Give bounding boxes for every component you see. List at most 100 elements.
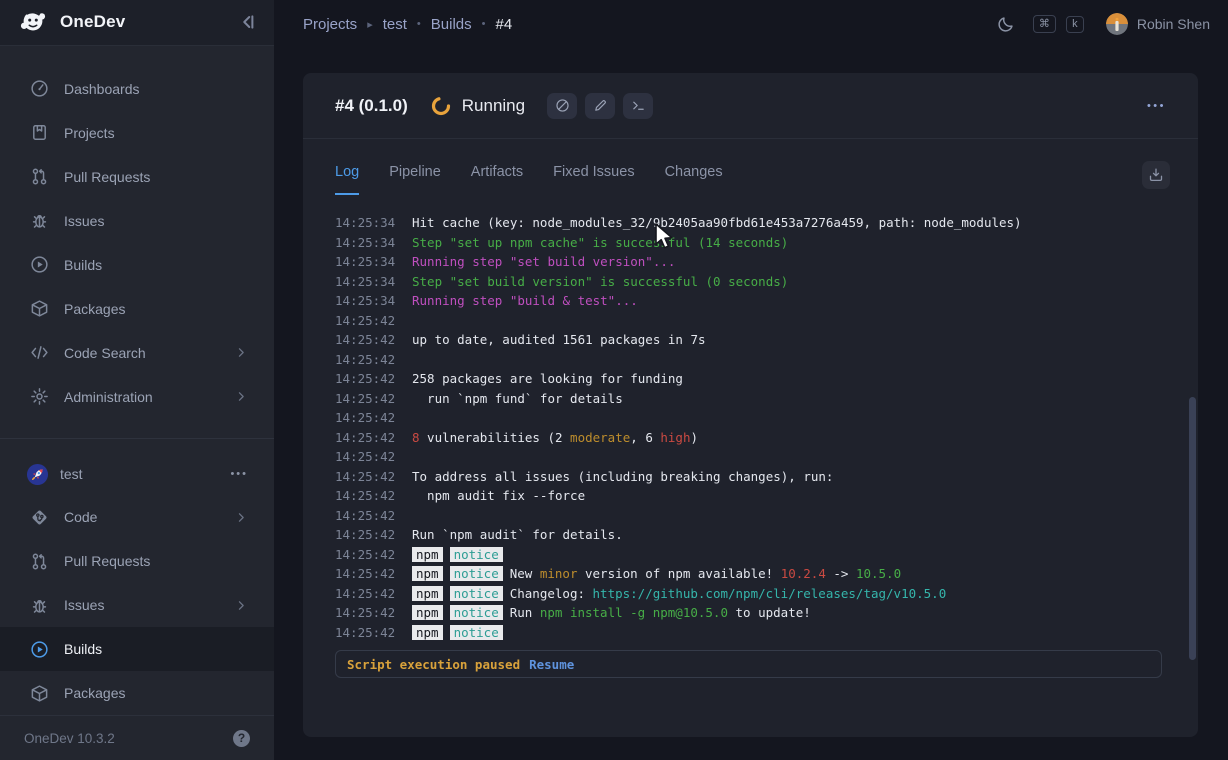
- log-line: 14:25:34 Step "set up npm cache" is succe…: [335, 233, 1162, 253]
- sidebar-item-issues[interactable]: Issues: [0, 199, 274, 243]
- log-region: 14:25:34Hit cache (key: node_modules_32/…: [303, 197, 1198, 737]
- log-message: run `npm fund` for details: [412, 389, 623, 409]
- project-nav: CodePull RequestsIssuesBuildsPackages: [0, 495, 274, 715]
- cancel-button[interactable]: [547, 93, 577, 119]
- log-timestamp: 14:25:42: [335, 506, 397, 526]
- log-timestamp: 14:25:42: [335, 545, 397, 565]
- resume-link[interactable]: Resume: [529, 657, 574, 672]
- tab-artifacts[interactable]: Artifacts: [471, 164, 523, 195]
- log-timestamp: 14:25:42: [335, 389, 397, 409]
- log-message: 258 packages are looking for funding: [412, 369, 683, 389]
- log-timestamp: 14:25:42: [335, 330, 397, 350]
- help-icon[interactable]: ?: [233, 730, 250, 747]
- log-output: 14:25:34Hit cache (key: node_modules_32/…: [335, 213, 1162, 642]
- project-item-issues[interactable]: Issues: [0, 583, 274, 627]
- user-name: Robin Shen: [1137, 16, 1210, 32]
- projects-icon: [30, 123, 49, 142]
- sidebar-item-packages[interactable]: Packages: [0, 287, 274, 331]
- log-timestamp: 14:25:34: [335, 272, 397, 292]
- play-circle-icon: [30, 255, 49, 274]
- project-avatar-rocket-icon: [26, 463, 49, 486]
- topbar: Projects▸test•Builds•#4 ⌘ k: [274, 0, 1228, 48]
- log-scrollbar[interactable]: [1189, 397, 1196, 660]
- log-timestamp: 14:25:42: [335, 603, 397, 623]
- log-message: Running step "set build version"...: [412, 252, 675, 272]
- tab-log[interactable]: Log: [335, 164, 359, 195]
- log-line: 14:25:42npmnoticeNew minor version of np…: [335, 564, 1162, 584]
- project-item-pull-requests[interactable]: Pull Requests: [0, 539, 274, 583]
- edit-button[interactable]: [585, 93, 615, 119]
- breadcrumb-builds[interactable]: Builds: [431, 16, 472, 33]
- project-item-packages[interactable]: Packages: [0, 671, 274, 715]
- log-line: 14:25:34 Running step "set build version"…: [335, 252, 1162, 272]
- log-message: Running step "build & test"...: [412, 291, 638, 311]
- build-more-icon[interactable]: •••: [1147, 100, 1166, 112]
- tab-changes[interactable]: Changes: [665, 164, 723, 195]
- breadcrumb-test[interactable]: test: [383, 16, 407, 33]
- gear-icon: [30, 387, 49, 406]
- log-line: 14:25:42: [335, 350, 1162, 370]
- download-log-button[interactable]: [1142, 161, 1170, 189]
- log-line: 14:25:42npmnotice: [335, 545, 1162, 565]
- log-timestamp: 14:25:42: [335, 350, 397, 370]
- dark-mode-moon-icon[interactable]: [997, 15, 1015, 33]
- pull-request-icon: [30, 552, 49, 571]
- log-message: npmnoticeRun npm install -g npm@10.5.0 t…: [412, 603, 811, 623]
- breadcrumb-separator: •: [482, 18, 486, 30]
- onedev-logo-icon: [18, 7, 48, 37]
- app-window: OneDev DashboardsProjectsPull RequestsIs…: [0, 0, 1228, 760]
- log-message: Run `npm audit` for details.: [412, 525, 623, 545]
- log-message: up to date, audited 1561 packages in 7s: [412, 330, 706, 350]
- log-line: 14:25:42npmnotice: [335, 623, 1162, 643]
- log-timestamp: 14:25:42: [335, 525, 397, 545]
- sidebar-footer: OneDev 10.3.2 ?: [0, 715, 274, 760]
- running-spinner-icon: [430, 95, 452, 117]
- log-message: Step "set build version" is successful (…: [412, 272, 788, 292]
- log-timestamp: 14:25:42: [335, 369, 397, 389]
- project-item-code[interactable]: Code: [0, 495, 274, 539]
- log-line: 14:25:42npmnoticeChangelog: https://gith…: [335, 584, 1162, 604]
- sidebar-item-pull-requests[interactable]: Pull Requests: [0, 155, 274, 199]
- log-timestamp: 14:25:34: [335, 213, 397, 233]
- sidebar-collapse-icon[interactable]: [238, 12, 258, 32]
- sidebar-item-administration[interactable]: Administration: [0, 375, 274, 419]
- paused-banner: Script execution paused Resume: [335, 650, 1162, 678]
- tab-pipeline[interactable]: Pipeline: [389, 164, 441, 195]
- log-message: npmnoticeChangelog: https://github.com/n…: [412, 584, 946, 604]
- chevron-right-icon: [235, 390, 248, 403]
- log-timestamp: 14:25:34: [335, 233, 397, 253]
- project-name: test: [60, 466, 83, 482]
- user-menu[interactable]: Robin Shen: [1106, 13, 1210, 35]
- sidebar-divider: [0, 438, 274, 439]
- log-message: To address all issues (including breakin…: [412, 467, 833, 487]
- bug-icon: [30, 596, 49, 615]
- log-message: npm audit fix --force: [412, 486, 585, 506]
- build-title: #4 (0.1.0): [335, 96, 408, 116]
- log-line: 14:25:42 npmnoticeRun npm install -g npm@…: [335, 603, 1162, 623]
- log-line: 14:25:34Running step "build & test"...: [335, 291, 1162, 311]
- shortcut-key-k: k: [1066, 16, 1084, 33]
- shortcut-key-cmd: ⌘: [1033, 15, 1056, 33]
- breadcrumb-projects[interactable]: Projects: [303, 16, 357, 33]
- build-actions: [547, 93, 653, 119]
- log-timestamp: 14:25:42: [335, 564, 397, 584]
- log-timestamp: 14:25:34: [335, 252, 397, 272]
- log-line: 14:25:42 run `npm fund` for details: [335, 389, 1162, 409]
- log-message: Step "set up npm cache" is successful (1…: [412, 233, 788, 253]
- main-area: Projects▸test•Builds•#4 ⌘ k: [274, 0, 1228, 760]
- content: #4 (0.1.0) Running ••• Log Pipeline Artifa…: [274, 48, 1228, 760]
- project-more-icon[interactable]: •••: [230, 468, 248, 480]
- sidebar-header: OneDev: [0, 0, 274, 46]
- terminal-button[interactable]: [623, 93, 653, 119]
- sidebar-item-projects[interactable]: Projects: [0, 111, 274, 155]
- build-header: #4 (0.1.0) Running •••: [303, 73, 1198, 139]
- pull-request-icon: [30, 167, 49, 186]
- sidebar-project-switcher[interactable]: test •••: [0, 454, 274, 496]
- sidebar-item-builds[interactable]: Builds: [0, 243, 274, 287]
- tab-fixed-issues[interactable]: Fixed Issues: [553, 164, 634, 195]
- breadcrumb--4: #4: [495, 16, 512, 33]
- project-item-builds[interactable]: Builds: [0, 627, 274, 671]
- sidebar-item-dashboards[interactable]: Dashboards: [0, 67, 274, 111]
- log-line: 14:25:42 258 packages are looking for fun…: [335, 369, 1162, 389]
- sidebar-item-code-search[interactable]: Code Search: [0, 331, 274, 375]
